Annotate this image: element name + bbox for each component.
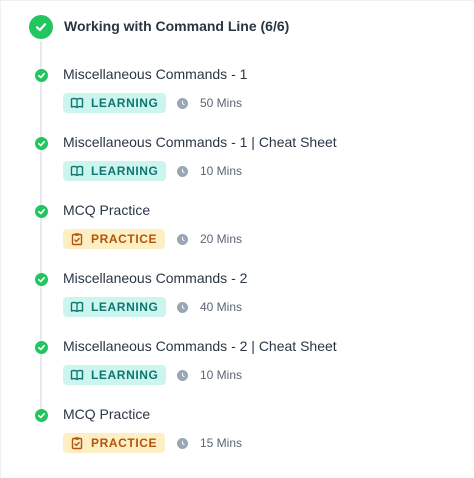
clipboard-icon — [70, 436, 84, 450]
badge-label: LEARNING — [91, 96, 159, 110]
badge-label: LEARNING — [91, 368, 159, 382]
lesson-title[interactable]: Miscellaneous Commands - 1 | Cheat Sheet — [63, 134, 337, 150]
check-circle-icon — [35, 137, 48, 150]
check-circle-icon — [35, 409, 48, 422]
lesson-title[interactable]: Miscellaneous Commands - 1 — [63, 66, 247, 82]
lesson-title[interactable]: Miscellaneous Commands - 2 — [63, 270, 247, 286]
lesson-duration: 50 Mins — [177, 96, 242, 110]
lesson-type-badge: LEARNING — [63, 365, 167, 385]
duration-text: 50 Mins — [200, 96, 243, 110]
check-circle-icon — [35, 273, 48, 286]
book-icon — [70, 96, 84, 110]
badge-label: LEARNING — [91, 300, 159, 314]
badge-label: PRACTICE — [91, 436, 158, 450]
clock-icon — [177, 369, 188, 381]
check-circle-icon — [35, 69, 48, 82]
lesson-title[interactable]: Miscellaneous Commands - 2 | Cheat Sheet — [63, 338, 337, 354]
clock-icon — [177, 165, 188, 177]
duration-text: 15 Mins — [200, 436, 243, 450]
check-circle-icon — [29, 15, 53, 39]
lesson-item-6[interactable]: MCQ Practice PRACTICE 15 Mins — [1, 406, 474, 477]
duration-text: 10 Mins — [200, 368, 243, 382]
lesson-type-badge: LEARNING — [63, 161, 167, 181]
badge-label: PRACTICE — [91, 232, 158, 246]
lesson-item-1[interactable]: Miscellaneous Commands - 1 LEARNING 50 M… — [1, 66, 474, 137]
lesson-title[interactable]: MCQ Practice — [63, 202, 150, 218]
lesson-duration: 20 Mins — [177, 232, 242, 246]
check-circle-icon — [35, 205, 48, 218]
clock-icon — [177, 97, 188, 109]
section-header[interactable]: Working with Command Line (6/6) — [29, 15, 289, 39]
duration-text: 20 Mins — [200, 232, 243, 246]
badge-label: LEARNING — [91, 164, 159, 178]
clock-icon — [177, 233, 188, 245]
lesson-duration: 10 Mins — [177, 368, 242, 382]
book-icon — [70, 300, 84, 314]
lesson-item-4[interactable]: Miscellaneous Commands - 2 LEARNING 40 M… — [1, 270, 474, 341]
lesson-title[interactable]: MCQ Practice — [63, 406, 150, 422]
book-icon — [70, 164, 84, 178]
lesson-type-badge: PRACTICE — [63, 433, 166, 453]
lesson-duration: 10 Mins — [177, 164, 242, 178]
lesson-type-badge: LEARNING — [63, 297, 167, 317]
duration-text: 10 Mins — [200, 164, 243, 178]
lesson-item-3[interactable]: MCQ Practice PRACTICE 20 Mins — [1, 202, 474, 273]
section-title: Working with Command Line (6/6) — [64, 18, 290, 34]
clock-icon — [177, 437, 188, 449]
duration-text: 40 Mins — [200, 300, 243, 314]
course-module-card: Working with Command Line (6/6) Miscella… — [0, 0, 474, 478]
clock-icon — [177, 301, 188, 313]
lesson-type-badge: LEARNING — [63, 93, 167, 113]
lesson-item-5[interactable]: Miscellaneous Commands - 2 | Cheat Sheet… — [1, 338, 474, 409]
lesson-type-badge: PRACTICE — [63, 229, 166, 249]
lesson-duration: 40 Mins — [177, 300, 242, 314]
book-icon — [70, 368, 84, 382]
lesson-duration: 15 Mins — [177, 436, 242, 450]
check-circle-icon — [35, 341, 48, 354]
clipboard-icon — [70, 232, 84, 246]
lesson-item-2[interactable]: Miscellaneous Commands - 1 | Cheat Sheet… — [1, 134, 474, 205]
